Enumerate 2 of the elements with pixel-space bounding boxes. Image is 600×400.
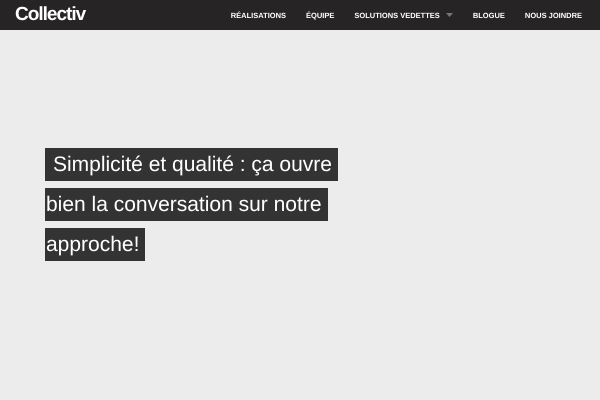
logo[interactable]: Collectiv [15,4,86,26]
caret-icon [446,13,453,17]
